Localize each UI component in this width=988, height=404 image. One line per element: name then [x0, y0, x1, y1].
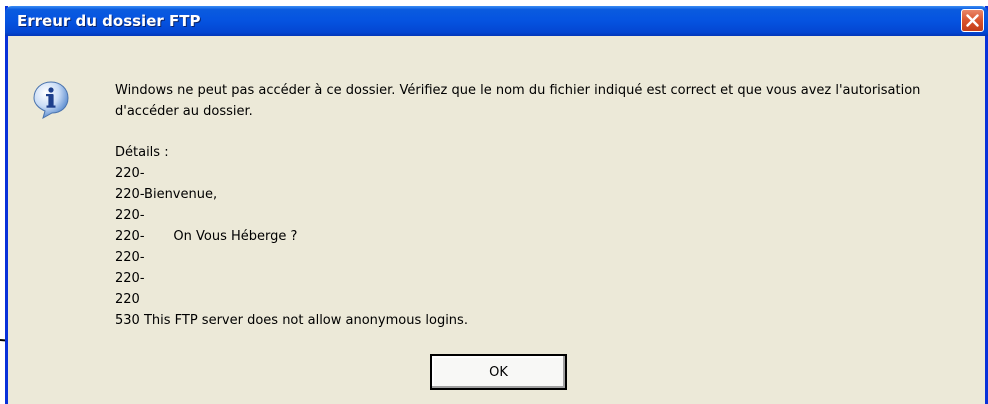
- details-line: 220- On Vous Héberge ?: [115, 229, 298, 244]
- details-line: 220-: [115, 250, 145, 265]
- title-bar[interactable]: Erreur du dossier FTP: [5, 6, 988, 36]
- ok-button[interactable]: OK: [430, 354, 567, 390]
- details-line: 220-: [115, 208, 145, 223]
- close-button[interactable]: [961, 9, 984, 32]
- ftp-error-dialog: Erreur du dossier FTP Windows ne peut pa…: [5, 6, 988, 404]
- dialog-title: Erreur du dossier FTP: [17, 12, 201, 30]
- details-line: 220: [115, 292, 140, 307]
- details-line: 220-: [115, 166, 145, 181]
- error-details: Détails : 220- 220-Bienvenue, 220- 220- …: [115, 142, 468, 331]
- details-line: 220-Bienvenue,: [115, 187, 218, 202]
- details-line: Détails :: [115, 145, 169, 160]
- info-icon: [33, 81, 69, 120]
- details-line: 530 This FTP server does not allow anony…: [115, 313, 468, 328]
- error-message: Windows ne peut pas accéder à ce dossier…: [115, 83, 921, 119]
- close-icon: [966, 14, 979, 27]
- details-line: 220-: [115, 271, 145, 286]
